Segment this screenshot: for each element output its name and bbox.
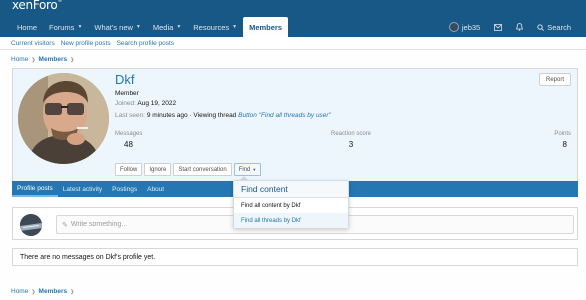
tab-latest-activity[interactable]: Latest activity bbox=[58, 182, 107, 197]
tab-postings[interactable]: Postings bbox=[107, 182, 142, 197]
breadcrumb-home[interactable]: Home bbox=[11, 288, 28, 295]
conversations-icon[interactable] bbox=[487, 23, 509, 31]
main-nav: Home Forums ▼ What's new ▼ Media ▼ Resource… bbox=[11, 17, 289, 37]
subnav-new-profile-posts[interactable]: New profile posts bbox=[58, 40, 114, 47]
breadcrumb-members[interactable]: Members bbox=[39, 56, 68, 63]
breadcrumb-members[interactable]: Members bbox=[39, 288, 68, 295]
nav-tab-forums[interactable]: Forums ▼ bbox=[43, 17, 88, 37]
user-nav: jeb35 Search bbox=[442, 17, 578, 37]
chevron-down-icon[interactable]: ▼ bbox=[176, 24, 181, 30]
chevron-down-icon[interactable]: ▼ bbox=[232, 24, 237, 30]
site-logo[interactable]: xenForo® bbox=[12, 0, 62, 12]
nav-tab-home[interactable]: Home bbox=[11, 17, 43, 37]
menu-item-find-all-content[interactable]: Find all content by Dkf bbox=[234, 198, 348, 213]
avatar bbox=[20, 214, 42, 236]
chevron-right-icon: ❯ bbox=[70, 56, 75, 63]
breadcrumb-home[interactable]: Home bbox=[11, 56, 28, 63]
breadcrumb: Home ❯ Members ❯ bbox=[11, 288, 74, 295]
joined-info: Joined: Aug 19, 2022 bbox=[115, 100, 177, 107]
empty-messages-notice: There are no messages on Dkf's profile y… bbox=[12, 248, 578, 266]
nav-tab-media[interactable]: Media ▼ bbox=[147, 17, 187, 37]
last-seen-info: Last seen: 9 minutes ago · Viewing threa… bbox=[115, 112, 331, 119]
breadcrumb: Home ❯ Members ❯ bbox=[11, 56, 74, 63]
user-title: Member bbox=[115, 90, 139, 97]
profile-actions: Follow Ignore Start conversation Find ▼ bbox=[115, 163, 263, 176]
chevron-right-icon: ❯ bbox=[31, 288, 36, 295]
follow-button[interactable]: Follow bbox=[115, 163, 143, 176]
nav-tab-resources[interactable]: Resources ▼ bbox=[187, 17, 243, 37]
chevron-down-icon: ▼ bbox=[252, 167, 257, 172]
pencil-icon: ✎ bbox=[62, 221, 68, 229]
nav-tab-members[interactable]: Members bbox=[243, 17, 289, 37]
stat-messages[interactable]: Messages 48 bbox=[115, 131, 142, 149]
header-bar: xenForo® Home Forums ▼ What's new ▼ Media ▼… bbox=[0, 0, 586, 37]
bell-icon[interactable] bbox=[509, 23, 530, 31]
stat-points[interactable]: Points 8 bbox=[554, 131, 571, 149]
account-link[interactable]: jeb35 bbox=[442, 22, 487, 32]
start-conversation-button[interactable]: Start conversation bbox=[173, 163, 232, 176]
subnav-current-visitors[interactable]: Current visitors bbox=[8, 40, 58, 47]
profile-card: Dkf Member Joined: Aug 19, 2022 Last see… bbox=[12, 68, 578, 184]
sub-nav: Current visitors New profile posts Searc… bbox=[0, 37, 586, 50]
tab-profile-posts[interactable]: Profile posts bbox=[12, 181, 58, 197]
ignore-button[interactable]: Ignore bbox=[144, 163, 172, 176]
chevron-down-icon[interactable]: ▼ bbox=[136, 24, 141, 30]
find-menu-button[interactable]: Find ▼ bbox=[233, 163, 262, 176]
subnav-search-profile-posts[interactable]: Search profile posts bbox=[114, 40, 177, 47]
dropdown-header: Find content bbox=[234, 181, 348, 198]
chevron-right-icon: ❯ bbox=[31, 56, 36, 63]
tab-about[interactable]: About bbox=[142, 182, 169, 197]
nav-tab-whats-new[interactable]: What's new ▼ bbox=[88, 17, 146, 37]
profile-avatar[interactable] bbox=[18, 73, 109, 164]
menu-item-find-all-threads[interactable]: Find all threads by Dkf bbox=[234, 213, 348, 228]
profile-username: Dkf bbox=[115, 72, 135, 87]
chevron-right-icon: ❯ bbox=[70, 288, 75, 295]
avatar bbox=[448, 22, 459, 32]
report-button[interactable]: Report bbox=[538, 73, 571, 86]
last-seen-thread-link[interactable]: Button "Find all threads by user" bbox=[238, 112, 331, 119]
search-button[interactable]: Search bbox=[530, 23, 578, 32]
chevron-down-icon[interactable]: ▼ bbox=[77, 24, 82, 30]
find-dropdown-menu: Find content Find all content by Dkf Fin… bbox=[233, 180, 349, 228]
search-icon bbox=[537, 23, 545, 31]
stat-reaction-score[interactable]: Reaction score 3 bbox=[329, 131, 373, 149]
